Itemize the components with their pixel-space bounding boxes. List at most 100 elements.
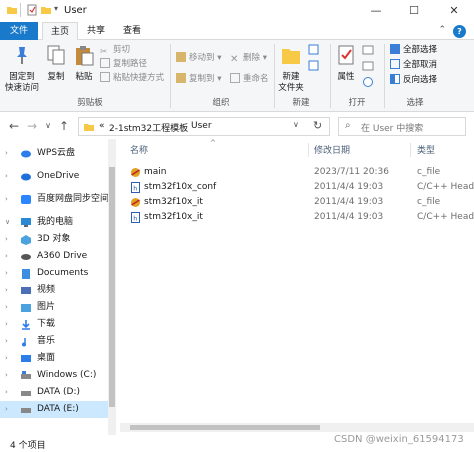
ribbon-separator bbox=[384, 44, 385, 108]
file-list: ^ 名称 修改日期 类型 main 2023/7/11 20:36 c_file… bbox=[120, 139, 474, 435]
edit-icon[interactable] bbox=[362, 60, 374, 72]
nav-item-pictures[interactable]: › 图片 bbox=[0, 299, 108, 316]
copy-path-icon bbox=[100, 58, 110, 68]
tab-view[interactable]: 查看 bbox=[114, 22, 150, 40]
divider bbox=[20, 3, 21, 17]
cut-label: 剪切 bbox=[113, 45, 131, 55]
open-icon[interactable] bbox=[362, 44, 374, 56]
file-date: 2011/4/4 19:03 bbox=[314, 212, 384, 222]
recent-locations-icon[interactable]: ∨ bbox=[40, 121, 56, 130]
ribbon: 固定到 快速访问 复制 粘贴 ✂ 剪切 复制路径 粘贴快捷方式 剪贴板 移动到 ▾… bbox=[0, 40, 474, 112]
paste-button[interactable]: 粘贴 bbox=[72, 44, 96, 83]
nav-item-videos[interactable]: › 视频 bbox=[0, 282, 108, 299]
nav-scrollbar[interactable] bbox=[108, 139, 116, 435]
new-folder-quick-icon[interactable] bbox=[40, 4, 52, 16]
h-file-icon: h bbox=[131, 182, 140, 193]
column-name[interactable]: 名称 bbox=[130, 143, 148, 156]
nav-scroll-thumb[interactable] bbox=[109, 167, 115, 407]
nav-item-desktop[interactable]: › 桌面 bbox=[0, 350, 108, 367]
collapse-ribbon-icon[interactable]: ⌃ bbox=[438, 25, 446, 35]
new-folder-button[interactable]: 新建 文件夹 bbox=[278, 44, 304, 94]
file-list-scrollbar[interactable] bbox=[120, 423, 474, 432]
select-all-button[interactable]: 全部选择 bbox=[390, 44, 437, 56]
move-to-button[interactable]: 移动到 ▾ bbox=[176, 52, 221, 64]
pin-quick-access-button[interactable]: 固定到 快速访问 bbox=[4, 44, 40, 94]
organize-group-label: 组织 bbox=[212, 98, 230, 108]
copy-to-icon bbox=[176, 73, 186, 83]
close-button[interactable]: ✕ bbox=[436, 0, 472, 22]
minimize-button[interactable]: — bbox=[358, 0, 394, 22]
invert-selection-button[interactable]: 反向选择 bbox=[390, 74, 437, 86]
new-item-icon[interactable] bbox=[308, 44, 320, 56]
nav-item-documents[interactable]: › Documents bbox=[0, 265, 108, 282]
column-date[interactable]: 修改日期 bbox=[314, 143, 350, 156]
c-file-icon bbox=[131, 198, 140, 207]
3d-objects-icon bbox=[21, 235, 31, 245]
file-row[interactable]: main 2023/7/11 20:36 c_file bbox=[120, 165, 474, 180]
nav-item-drive-d[interactable]: › DATA (D:) bbox=[0, 384, 108, 401]
forward-arrow-icon[interactable]: → bbox=[24, 119, 40, 133]
file-name: stm32f10x_it bbox=[144, 197, 203, 207]
breadcrumb-item[interactable]: 2-1stm32工程模板 bbox=[109, 121, 188, 134]
search-box[interactable]: ⌕ 在 User 中搜索 bbox=[338, 117, 466, 136]
file-row[interactable]: h stm32f10x_it 2011/4/4 19:03 C/C++ Head… bbox=[120, 210, 474, 225]
nav-item-this-pc[interactable]: ∨ 我的电脑 bbox=[0, 214, 108, 231]
select-none-button[interactable]: 全部取消 bbox=[390, 59, 437, 71]
column-divider[interactable] bbox=[308, 143, 309, 157]
column-type[interactable]: 类型 bbox=[417, 143, 435, 156]
properties-button[interactable]: 属性 bbox=[334, 44, 358, 83]
nav-item-onedrive[interactable]: › OneDrive bbox=[0, 168, 108, 185]
file-type: c_file bbox=[417, 167, 441, 177]
window-title: User bbox=[64, 5, 87, 16]
properties-icon bbox=[338, 45, 354, 65]
nav-item-music[interactable]: › 音乐 bbox=[0, 333, 108, 350]
history-icon[interactable] bbox=[362, 76, 374, 88]
select-none-label: 全部取消 bbox=[403, 60, 438, 70]
cloud-icon bbox=[21, 150, 31, 158]
breadcrumb-item[interactable]: User bbox=[191, 121, 212, 131]
back-arrow-icon[interactable]: ← bbox=[6, 119, 22, 133]
breadcrumb-overflow[interactable]: « bbox=[99, 121, 105, 131]
address-bar[interactable]: « 2-1stm32工程模板 › User ∨ ↻ bbox=[78, 117, 330, 136]
clipboard-group-label: 剪贴板 bbox=[77, 98, 103, 108]
tab-share[interactable]: 共享 bbox=[80, 22, 112, 40]
sort-up-icon: ^ bbox=[210, 139, 216, 147]
file-row[interactable]: h stm32f10x_conf 2011/4/4 19:03 C/C++ He… bbox=[120, 180, 474, 195]
refresh-icon[interactable]: ↻ bbox=[313, 119, 322, 132]
column-divider[interactable] bbox=[410, 143, 411, 157]
help-icon[interactable]: ? bbox=[453, 25, 466, 38]
cut-button[interactable]: ✂ 剪切 bbox=[100, 44, 131, 57]
documents-icon bbox=[22, 269, 30, 279]
tab-file[interactable]: 文件 bbox=[0, 22, 38, 40]
address-dropdown-icon[interactable]: ∨ bbox=[293, 120, 299, 129]
new-folder-icon bbox=[282, 49, 300, 64]
pin-label: 固定到 快速访问 bbox=[4, 72, 39, 93]
address-row: ← → ∨ ↑ « 2-1stm32工程模板 › User ∨ ↻ ⌕ 在 Us… bbox=[0, 113, 474, 139]
easy-access-icon[interactable] bbox=[308, 60, 320, 72]
maximize-button[interactable]: ☐ bbox=[396, 0, 432, 22]
nav-item-a360[interactable]: › A360 Drive bbox=[0, 248, 108, 265]
nav-item-3d-objects[interactable]: › 3D 对象 bbox=[0, 231, 108, 248]
search-icon: ⌕ bbox=[345, 120, 351, 131]
rename-icon bbox=[230, 73, 240, 83]
properties-quick-icon[interactable] bbox=[26, 4, 38, 16]
nav-item-drive-c[interactable]: › Windows (C:) bbox=[0, 367, 108, 384]
search-input[interactable]: 在 User 中搜索 bbox=[361, 121, 423, 134]
copy-to-button[interactable]: 复制到 ▾ bbox=[176, 73, 221, 85]
nav-item-downloads[interactable]: › 下载 bbox=[0, 316, 108, 333]
file-list-scroll-thumb[interactable] bbox=[130, 425, 320, 430]
open-group-label: 打开 bbox=[348, 98, 366, 108]
up-arrow-icon[interactable]: ↑ bbox=[56, 119, 72, 133]
nav-item-drive-e[interactable]: › DATA (E:) bbox=[0, 401, 108, 418]
rename-button[interactable]: 重命名 bbox=[230, 73, 269, 85]
copy-path-button[interactable]: 复制路径 bbox=[100, 58, 147, 70]
tab-home[interactable]: 主页 bbox=[42, 22, 78, 41]
nav-item-baidu[interactable]: › 百度网盘同步空间 bbox=[0, 191, 109, 208]
nav-item-wps-cloud[interactable]: › WPS云盘 bbox=[0, 145, 108, 162]
drive-d-icon bbox=[21, 391, 31, 396]
copy-button[interactable]: 复制 bbox=[44, 44, 68, 83]
paste-shortcut-button[interactable]: 粘贴快捷方式 bbox=[100, 72, 164, 84]
file-row[interactable]: stm32f10x_it 2011/4/4 19:03 c_file bbox=[120, 195, 474, 210]
drive-c-icon bbox=[21, 371, 31, 379]
delete-button[interactable]: ✕ 删除 ▾ bbox=[230, 52, 267, 65]
